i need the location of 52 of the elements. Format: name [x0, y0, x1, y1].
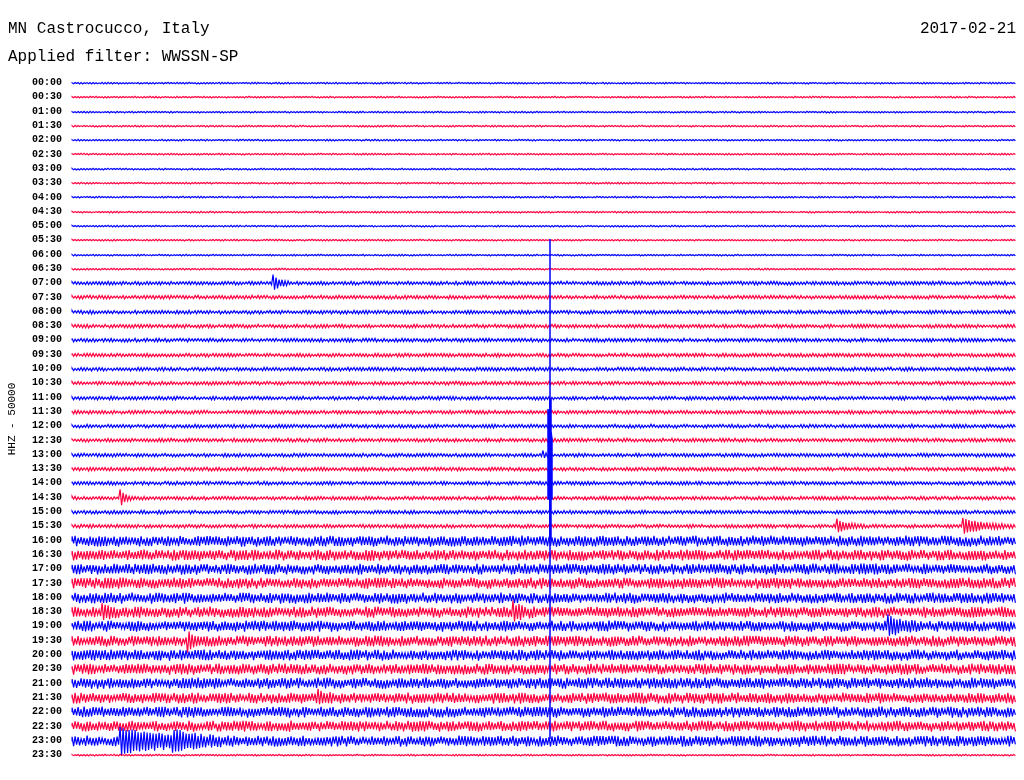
time-label: 05:00 — [31, 220, 62, 233]
time-label: 09:00 — [31, 334, 62, 347]
time-label: 11:00 — [31, 391, 62, 404]
time-label: 17:30 — [31, 577, 62, 590]
time-label: 20:00 — [31, 649, 62, 661]
time-label: 19:30 — [31, 634, 62, 647]
time-label: 18:30 — [31, 606, 62, 619]
time-label: 06:30 — [31, 263, 62, 275]
time-label: 02:30 — [31, 148, 62, 161]
time-label: 07:30 — [31, 291, 62, 304]
time-label: 13:30 — [31, 463, 62, 476]
time-label: 05:30 — [31, 234, 62, 247]
filter-label: Applied filter: WWSSN-SP — [7, 47, 240, 66]
time-label: 06:00 — [31, 248, 62, 261]
time-label: 01:00 — [31, 105, 62, 118]
time-label: 11:30 — [31, 405, 62, 418]
time-label: 01:30 — [31, 120, 62, 133]
time-label: 04:30 — [31, 205, 62, 218]
time-label: 12:00 — [31, 420, 62, 433]
time-label: 07:00 — [31, 277, 62, 290]
time-label: 21:00 — [31, 677, 62, 690]
time-label: 08:00 — [31, 305, 62, 318]
time-label: 19:00 — [31, 620, 62, 633]
time-label: 00:00 — [31, 77, 62, 90]
time-label: 10:00 — [31, 363, 62, 376]
time-label: 16:30 — [31, 548, 62, 561]
time-label: 08:30 — [31, 320, 62, 333]
time-label: 20:30 — [31, 663, 62, 676]
station-title: MN Castrocucco, Italy — [8, 20, 210, 38]
time-label: 15:30 — [31, 520, 62, 533]
time-label: 15:00 — [31, 506, 62, 519]
time-label: 10:30 — [31, 377, 62, 390]
time-label: 14:00 — [31, 477, 62, 490]
time-label: 14:30 — [31, 491, 62, 504]
time-label: 23:30 — [31, 749, 62, 762]
time-label: 13:00 — [31, 448, 62, 461]
time-label: 12:30 — [31, 434, 62, 447]
time-label: 18:00 — [31, 591, 62, 604]
time-label: 22:00 — [31, 706, 62, 719]
axis-label: HHZ - 50000 — [6, 382, 18, 456]
time-label: 09:30 — [31, 348, 62, 361]
time-label: 02:00 — [31, 134, 62, 147]
date-label: 2017-02-21 — [920, 20, 1016, 38]
time-label: 23:00 — [31, 734, 62, 747]
time-label: 16:00 — [31, 534, 62, 547]
time-label: 21:30 — [31, 691, 62, 704]
time-label: 17:00 — [31, 563, 62, 576]
time-label: 22:30 — [31, 720, 62, 733]
time-label: 00:30 — [31, 91, 62, 104]
time-label: 03:30 — [31, 177, 62, 190]
time-label: 03:00 — [31, 162, 62, 175]
time-label: 04:00 — [31, 191, 62, 204]
